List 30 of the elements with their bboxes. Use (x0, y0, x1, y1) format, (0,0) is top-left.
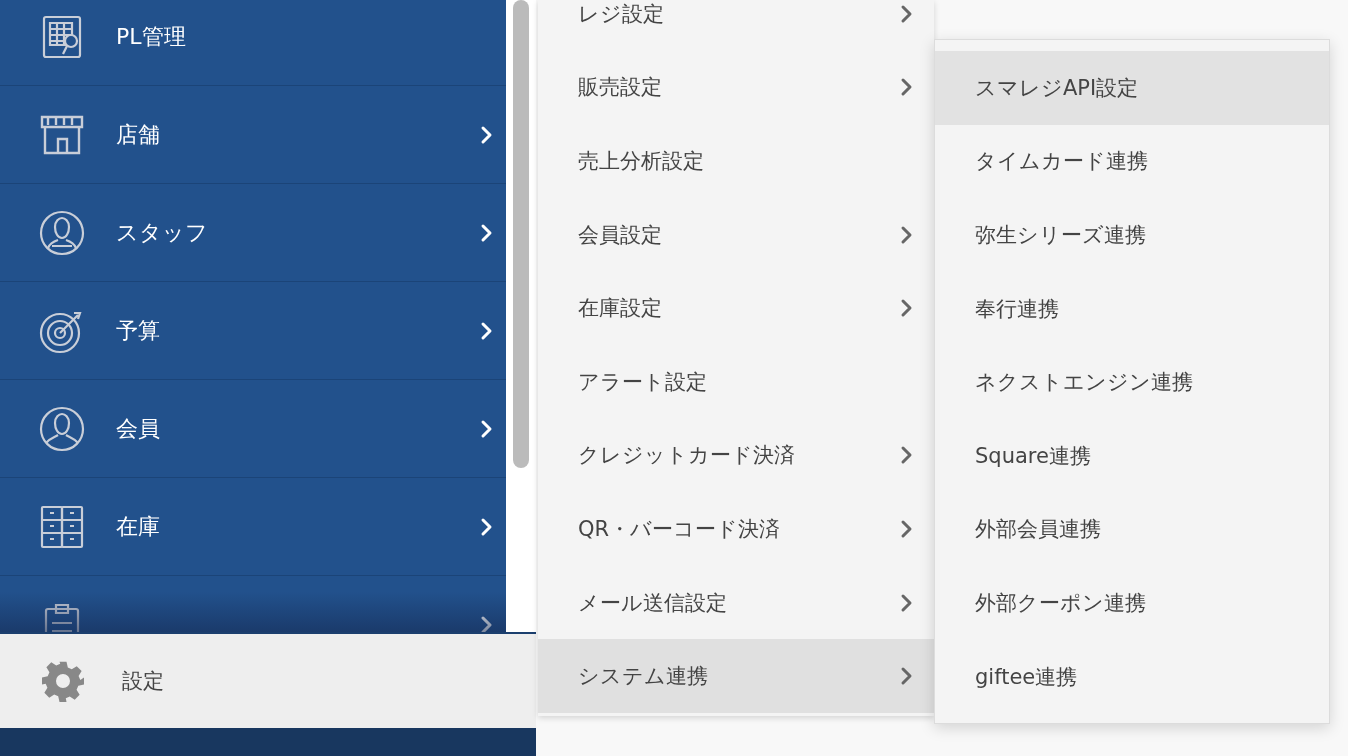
sidebar-item[interactable]: 会員 (0, 380, 506, 478)
sidebar-item[interactable]: 予算 (0, 282, 506, 380)
menu-item[interactable]: 奉行連携 (935, 271, 1329, 346)
menu-item[interactable]: スマレジAPI設定 (935, 51, 1329, 125)
settings-item[interactable]: 設定 (0, 632, 536, 728)
menu-item[interactable]: QR・バーコード決済 (538, 492, 934, 566)
scrollbar-thumb[interactable] (513, 0, 529, 468)
menu-item[interactable]: giftee連携 (935, 639, 1329, 714)
sidebar-item[interactable]: スタッフ (0, 184, 506, 282)
menu-item[interactable]: タイムカード連携 (935, 124, 1329, 199)
settings-icon (42, 660, 84, 702)
sidebar-item[interactable]: PL管理 (0, 0, 506, 86)
menu-item[interactable]: Square連携 (935, 418, 1329, 493)
menu-item[interactable]: クレジットカード決済 (538, 418, 934, 493)
menu-item[interactable]: アラート設定 (538, 344, 934, 419)
menu-item[interactable]: システム連携 (538, 639, 934, 713)
menu-item[interactable]: ネクストエンジン連携 (935, 345, 1329, 419)
menu-item[interactable]: 弥生シリーズ連携 (935, 198, 1329, 272)
menu-item[interactable]: 会員設定 (538, 197, 934, 272)
menu-item[interactable]: メール送信設定 (538, 565, 934, 640)
menu-item[interactable]: 在庫設定 (538, 271, 934, 345)
menu-item[interactable]: レジ設定 (538, 0, 934, 51)
menu-item[interactable]: 外部会員連携 (935, 492, 1329, 567)
menu-item[interactable]: 売上分析設定 (538, 124, 934, 198)
person-icon (38, 404, 86, 453)
sidebar-item[interactable]: 店舗 (0, 86, 506, 184)
menu-item[interactable]: 販売設定 (538, 50, 934, 125)
menu-item[interactable]: 外部クーポン連携 (935, 566, 1329, 640)
person-icon (38, 208, 86, 257)
sidebar-item[interactable]: 在庫 (0, 478, 506, 576)
